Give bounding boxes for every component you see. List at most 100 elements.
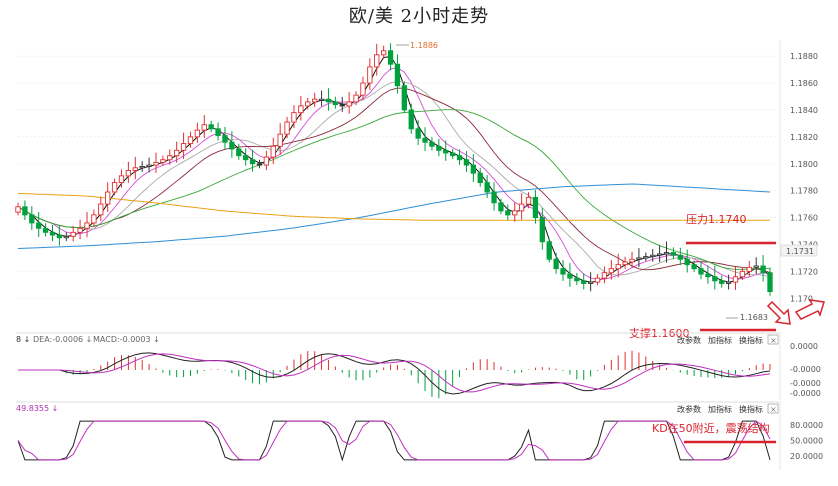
candle-body [222, 135, 228, 143]
candle-body [49, 231, 56, 236]
kd-switch-indicator-button[interactable]: 换指标 [739, 404, 763, 414]
candle-body [146, 164, 152, 167]
candle-body [705, 273, 711, 278]
current-price-tag: 1.1731 [780, 244, 818, 257]
candle-body [353, 94, 359, 103]
high-marker: 1.1886 [396, 41, 438, 50]
resistance-annotation: 压力1.1740 [686, 213, 747, 226]
candle-body [746, 266, 752, 272]
candle-body [656, 253, 663, 256]
candle-body [56, 234, 63, 239]
candle-body [84, 222, 90, 229]
candle-body [374, 54, 380, 68]
candle-body [732, 276, 739, 283]
candle-body [15, 206, 21, 213]
macd-tick-label: 0.0000 [790, 342, 818, 351]
candle-body [574, 277, 580, 282]
kd-edit-params-button[interactable]: 改参数 [677, 404, 701, 414]
candle-body [760, 265, 766, 274]
candle-body [443, 149, 449, 154]
price-tick-label: 1.170 [790, 294, 813, 303]
price-tick-label: 1.1880 [790, 52, 818, 61]
macd-edit-params-button[interactable]: 改参数 [677, 335, 701, 345]
candle-body [160, 159, 166, 163]
high-price-label: 1.1886 [410, 41, 438, 50]
candle-body [91, 214, 97, 224]
candle-body [698, 268, 704, 275]
macd-switch-indicator-button[interactable]: 换指标 [739, 335, 763, 345]
candle-body [236, 148, 242, 157]
candle-body [560, 268, 566, 275]
candle-body [753, 265, 759, 268]
candle-body [401, 85, 407, 111]
candle-body [70, 231, 76, 237]
candle-body [111, 182, 118, 193]
candle-body [243, 155, 249, 161]
ma120-line [17, 183, 771, 249]
price-panel: 1.1880 1.1860 1.1840 1.1820 1.1800 1.1780 1.17… [15, 40, 825, 340]
price-tick-label: 1.1860 [790, 79, 818, 88]
candle-body [332, 101, 339, 106]
candle-body [263, 156, 270, 166]
candle-body [463, 159, 470, 166]
candle-body [484, 182, 490, 193]
candle-body [22, 206, 28, 216]
candle-body [601, 272, 608, 279]
price-tick-label: 1.1760 [790, 214, 818, 223]
candle-body [422, 137, 428, 143]
kd-add-indicator-button[interactable]: 加指标 [708, 404, 732, 414]
candle-body [139, 165, 145, 169]
candle-body [77, 227, 83, 233]
price-tick-label: 1.1780 [790, 187, 818, 196]
macd-panel: 8 ↓ DEA:-0.0006 ↓ MACD:-0.0003 ↓ 0.0000 -… [16, 332, 821, 400]
candle-body [277, 133, 283, 147]
candle-body [429, 141, 435, 147]
candle-body [153, 161, 159, 166]
kd-axis-ticks: 80.0000 50.0000 20.0000 [790, 421, 823, 461]
ma5-line [17, 56, 771, 283]
candle-body [498, 202, 504, 212]
macd-value: MACD:-0.0003 ↓ [93, 335, 160, 344]
candle-body [256, 163, 263, 166]
macd-header-prefix: 8 ↓ [16, 335, 30, 344]
candle-body [663, 252, 670, 255]
candle-body [180, 143, 187, 151]
candle-body [174, 149, 180, 157]
price-axis-ticks: 1.1880 1.1860 1.1840 1.1820 1.1800 1.1780 1.17… [790, 52, 818, 303]
price-gridlines [18, 55, 780, 299]
candle-body [325, 98, 332, 103]
macd-lines [18, 352, 771, 395]
macd-tick-label: -0.0000 [790, 379, 821, 388]
candle-body [518, 203, 525, 212]
candle-body [436, 145, 442, 151]
kd-annotation: KD在50附近，震荡结构 [652, 421, 770, 435]
candle-body [367, 66, 373, 84]
candle-body [105, 191, 111, 205]
candle-body [491, 191, 497, 204]
kd-header: 49.8355 ↓ [16, 404, 58, 413]
candle-body [360, 82, 366, 96]
candle-body [691, 264, 697, 270]
candle-body [208, 124, 214, 130]
candle-body [581, 280, 587, 284]
candle-body [229, 141, 235, 150]
candle-body [505, 210, 511, 216]
candle-body [298, 105, 304, 114]
candle-body [643, 256, 649, 259]
candle-body [546, 241, 552, 260]
candle-body [132, 167, 138, 171]
candle-body [449, 152, 456, 157]
candle-body [512, 210, 518, 216]
candle-body [291, 112, 297, 123]
candle-body [622, 261, 628, 266]
macd-histogram [65, 350, 771, 399]
candle-body [36, 222, 42, 229]
candle-body [608, 268, 614, 274]
candle-body [98, 203, 104, 216]
down-arrow-icon [766, 300, 791, 325]
candle-body [539, 217, 545, 243]
candle-body [194, 129, 201, 138]
macd-add-indicator-button[interactable]: 加指标 [708, 335, 732, 345]
price-tick-label: 1.1840 [790, 106, 818, 115]
dif-line [18, 352, 771, 395]
